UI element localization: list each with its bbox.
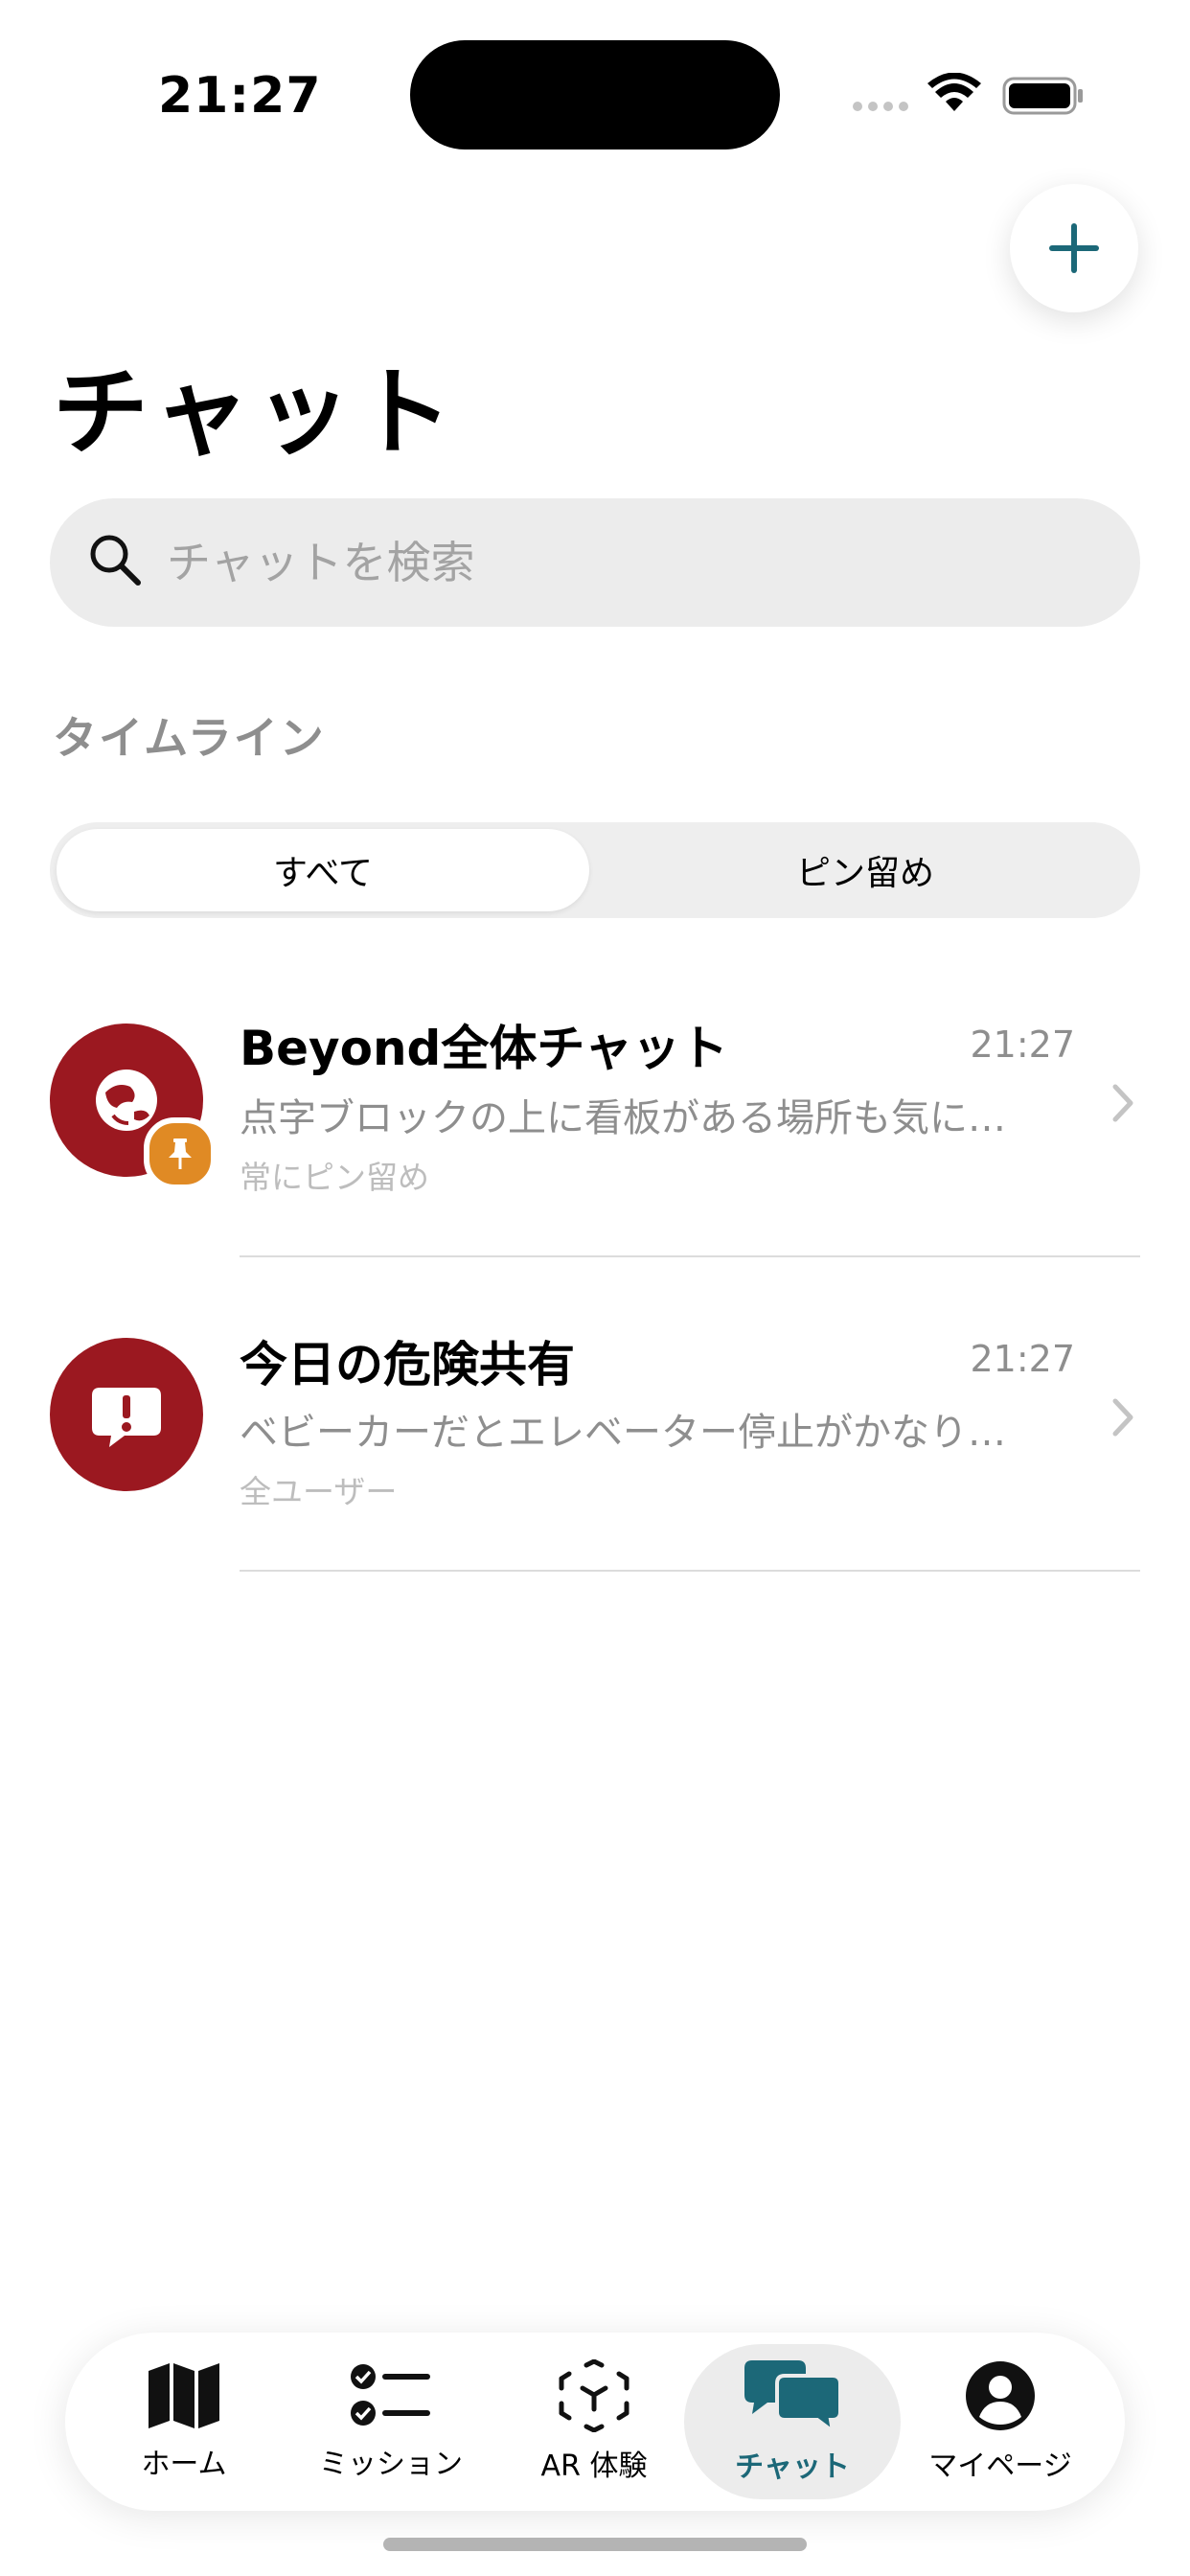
dynamic-island	[410, 40, 780, 150]
chevron-right-icon	[1112, 1084, 1133, 1122]
tab-home[interactable]: ホーム	[79, 2333, 289, 2511]
search-input[interactable]	[167, 525, 1029, 600]
tab-label: チャット	[735, 2450, 850, 2484]
alert-bubble-icon	[92, 1388, 161, 1447]
divider	[240, 1255, 1140, 1257]
chat-meta: 全ユーザー	[240, 1473, 398, 1510]
chat-time: 21:27	[970, 1338, 1075, 1380]
tab-label: ホーム	[141, 2448, 227, 2481]
page-title: チャット	[53, 356, 458, 469]
plus-icon	[1049, 223, 1099, 273]
chat-time: 21:27	[970, 1024, 1075, 1066]
tab-ar[interactable]: AR 体験	[489, 2333, 699, 2511]
map-icon	[149, 2363, 219, 2428]
chat-avatar	[50, 1338, 203, 1491]
segment-all[interactable]: すべて	[57, 829, 589, 911]
cellular-signal-icon	[853, 102, 908, 111]
person-icon	[966, 2361, 1035, 2430]
pin-badge	[144, 1117, 217, 1190]
tab-missions[interactable]: ミッション	[286, 2333, 496, 2511]
section-label: タイムライン	[53, 712, 326, 764]
home-indicator	[383, 2538, 807, 2551]
search-icon	[90, 535, 141, 586]
checklist-icon	[351, 2364, 430, 2426]
chat-bubbles-icon	[744, 2360, 842, 2433]
tab-label: AR 体験	[540, 2450, 648, 2483]
new-chat-button[interactable]	[1010, 184, 1138, 312]
status-time: 21:27	[158, 67, 322, 125]
wifi-icon	[927, 73, 981, 111]
chat-preview: ベビーカーだとエレベーター停止がかなり…	[240, 1411, 1006, 1455]
chat-meta: 常にピン留め	[240, 1159, 429, 1196]
ar-cube-icon	[559, 2359, 629, 2432]
tab-label: マイページ	[928, 2450, 1072, 2483]
segment-pinned[interactable]: ピン留め	[596, 829, 1134, 911]
pin-icon	[169, 1138, 192, 1169]
tab-label: ミッション	[319, 2448, 463, 2481]
chat-preview: 点字ブロックの上に看板がある場所も気に…	[240, 1096, 1006, 1140]
chat-name: 今日の危険共有	[240, 1337, 575, 1392]
tab-chat[interactable]: チャット	[687, 2333, 898, 2511]
chat-name: Beyond全体チャット	[240, 1021, 728, 1076]
divider	[240, 1570, 1140, 1572]
tab-mypage[interactable]: マイページ	[895, 2333, 1106, 2511]
battery-icon	[1002, 77, 1083, 115]
chevron-right-icon	[1112, 1398, 1133, 1437]
